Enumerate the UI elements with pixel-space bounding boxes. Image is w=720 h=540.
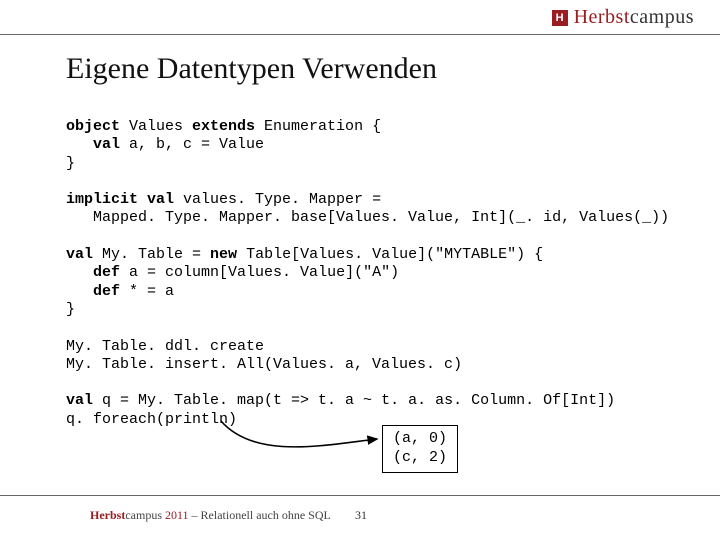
code-text: values. Type. Mapper = xyxy=(174,191,381,208)
code-text: Values xyxy=(120,118,192,135)
code-text: Mapped. Type. Mapper. base[Values. Value… xyxy=(66,209,669,226)
kw-implicit-val: implicit val xyxy=(66,191,174,208)
callout-line: (a, 0) xyxy=(393,430,447,447)
code-text: q. foreach(println) xyxy=(66,411,237,428)
footer-brand-strong: Herbst xyxy=(90,508,125,522)
code-text: My. Table. ddl. create xyxy=(66,338,264,355)
code-text: My. Table. insert. All(Values. a, Values… xyxy=(66,356,462,373)
code-text: Enumeration { xyxy=(255,118,381,135)
bottom-divider xyxy=(0,495,720,496)
top-divider xyxy=(0,34,720,35)
kw-new: new xyxy=(210,246,237,263)
kw-val: val xyxy=(93,136,120,153)
logo: H Herbstcampus xyxy=(548,6,698,29)
kw-extends: extends xyxy=(192,118,255,135)
code-text: a, b, c = Value xyxy=(120,136,264,153)
footer-text: Herbstcampus 2011 – Relationell auch ohn… xyxy=(90,508,331,523)
logo-brand-rest: campus xyxy=(630,6,694,28)
code-text xyxy=(66,136,93,153)
slide: H Herbstcampus Eigene Datentypen Verwend… xyxy=(0,0,720,540)
string-literal: "A" xyxy=(363,264,390,281)
logo-brand-strong: Herbst xyxy=(574,6,630,28)
kw-object: object xyxy=(66,118,120,135)
code-text: q = My. Table. map(t => t. a ~ t. a. as.… xyxy=(93,392,615,409)
kw-def: def xyxy=(93,283,120,300)
footer-rest: – Relationell auch ohne SQL xyxy=(189,508,331,522)
footer-brand-rest: campus xyxy=(125,508,162,522)
kw-def: def xyxy=(93,264,120,281)
code-text: Table[Values. Value]( xyxy=(237,246,435,263)
code-block: object Values extends Enumeration { val … xyxy=(66,118,666,429)
code-text xyxy=(66,264,93,281)
code-text: } xyxy=(66,155,75,172)
code-text xyxy=(66,283,93,300)
callout-line: (c, 2) xyxy=(393,449,447,466)
code-text: * = a xyxy=(120,283,174,300)
code-text: ) xyxy=(390,264,399,281)
output-callout: (a, 0) (c, 2) xyxy=(382,425,458,473)
kw-val: val xyxy=(66,246,93,263)
code-text: a = column[Values. Value]( xyxy=(120,264,363,281)
footer-year: 2011 xyxy=(162,508,189,522)
code-text: ) { xyxy=(516,246,543,263)
string-literal: "MYTABLE" xyxy=(435,246,516,263)
code-text: My. Table = xyxy=(93,246,210,263)
slide-title: Eigene Datentypen Verwenden xyxy=(66,52,437,86)
logo-mark-icon: H xyxy=(552,10,568,26)
logo-text: Herbstcampus xyxy=(574,6,694,29)
page-number: 31 xyxy=(355,508,367,523)
code-text: } xyxy=(66,301,75,318)
kw-val: val xyxy=(66,392,93,409)
